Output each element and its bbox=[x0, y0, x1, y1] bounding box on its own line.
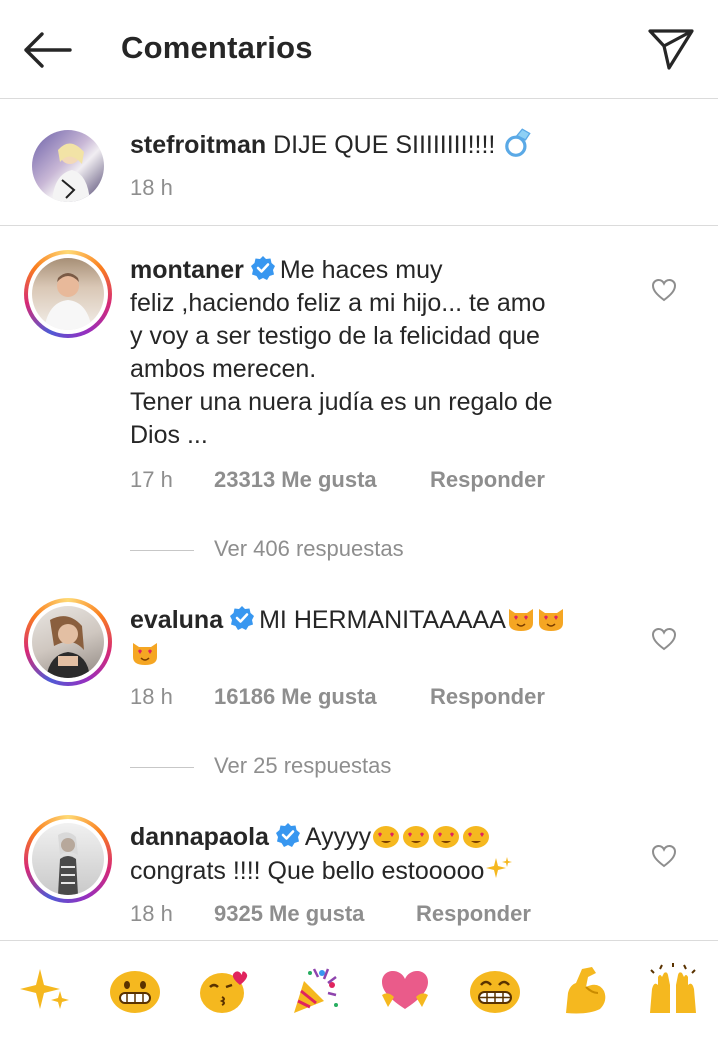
comment-text: montaner Me haces muy feliz ,haciendo fel… bbox=[130, 254, 620, 452]
verified-badge-icon bbox=[275, 823, 300, 847]
heart-eyes-cat-icon bbox=[133, 643, 157, 665]
comment-text: dannapaola Ayyyy congrats !!!! Que bello … bbox=[130, 820, 620, 888]
verified-badge-icon bbox=[230, 606, 255, 630]
comment-meta: 18 h 9325 Me gusta Responder bbox=[130, 901, 531, 927]
back-arrow-icon[interactable] bbox=[22, 30, 72, 70]
like-count[interactable]: 16186 Me gusta bbox=[214, 684, 430, 710]
comment-line: feliz ,haciendo feliz a mi hijo... te am… bbox=[130, 289, 546, 317]
heart-eyes-face-icon bbox=[403, 826, 430, 848]
raising-hands-icon[interactable] bbox=[646, 963, 700, 1017]
comment-time: 17 h bbox=[130, 467, 173, 492]
party-popper-icon[interactable] bbox=[288, 963, 342, 1017]
heart-eyes-cat-icon bbox=[508, 609, 533, 631]
like-count[interactable]: 9325 Me gusta bbox=[214, 901, 416, 927]
caption-body: DIJE QUE SIIIIIIII!!!! bbox=[273, 131, 496, 159]
avatar[interactable] bbox=[24, 815, 112, 903]
sparkles-icon bbox=[486, 857, 513, 878]
beaming-face-icon[interactable] bbox=[468, 963, 522, 1017]
view-replies-label: Ver 406 respuestas bbox=[214, 536, 404, 561]
like-count[interactable]: 23313 Me gusta bbox=[214, 467, 430, 493]
view-replies-button[interactable]: Ver 406 respuestas bbox=[130, 536, 404, 562]
comment-meta: 17 h 23313 Me gusta Responder bbox=[130, 467, 545, 493]
divider-line bbox=[130, 549, 194, 551]
comment-line: congrats !!!! Que bello estooooo bbox=[130, 857, 485, 885]
view-replies-button[interactable]: Ver 25 respuestas bbox=[130, 753, 391, 779]
flexed-biceps-icon[interactable] bbox=[558, 963, 612, 1017]
ring-icon bbox=[505, 128, 531, 157]
direct-message-icon[interactable] bbox=[647, 27, 695, 71]
avatar[interactable] bbox=[32, 130, 104, 202]
comment-meta: 18 h 16186 Me gusta Responder bbox=[130, 684, 545, 710]
comment-time: 18 h bbox=[130, 684, 173, 709]
like-heart-icon[interactable] bbox=[651, 844, 677, 868]
caption-username[interactable]: stefroitman bbox=[130, 131, 266, 159]
quick-emoji-bar bbox=[0, 940, 718, 1046]
heart-eyes-face-icon bbox=[373, 826, 400, 848]
top-bar: Comentarios bbox=[0, 0, 718, 99]
comment-username[interactable]: dannapaola bbox=[130, 823, 269, 851]
verified-badge-icon bbox=[250, 256, 275, 280]
heart-eyes-face-icon bbox=[433, 826, 460, 848]
grinning-face-icon[interactable] bbox=[108, 963, 162, 1017]
divider-line bbox=[130, 766, 194, 768]
reply-button[interactable]: Responder bbox=[430, 467, 545, 493]
heart-eyes-cat-icon bbox=[538, 609, 563, 631]
comment-username[interactable]: evaluna bbox=[130, 606, 223, 634]
heart-eyes-face-icon bbox=[463, 826, 490, 848]
comment-line: Tener una nuera judía es un regalo de bbox=[130, 388, 553, 416]
comment-body: MI HERMANITAAAAA bbox=[259, 606, 506, 634]
like-heart-icon[interactable] bbox=[651, 278, 677, 302]
caption-time: 18 h bbox=[130, 175, 173, 200]
kissing-face-icon[interactable] bbox=[198, 963, 252, 1017]
comment-line: y voy a ser testigo de la felicidad que bbox=[130, 322, 540, 350]
reply-button[interactable]: Responder bbox=[430, 684, 545, 710]
comment-line: Me haces muy bbox=[279, 256, 443, 284]
avatar[interactable] bbox=[24, 250, 112, 338]
sparkles-icon[interactable] bbox=[18, 963, 72, 1017]
comment-text: evaluna MI HERMANITAAAAA bbox=[130, 603, 620, 671]
post-caption: stefroitman DIJE QUE SIIIIIIII!!!! 18 h bbox=[0, 98, 718, 226]
comment-line: Dios ... bbox=[130, 421, 208, 449]
comment-time: 18 h bbox=[130, 901, 173, 926]
like-heart-icon[interactable] bbox=[651, 627, 677, 651]
page-title: Comentarios bbox=[121, 30, 313, 65]
avatar[interactable] bbox=[24, 598, 112, 686]
comment-body: Ayyyy bbox=[304, 823, 372, 851]
reply-button[interactable]: Responder bbox=[416, 901, 531, 927]
comment-line: ambos merecen. bbox=[130, 355, 317, 383]
caption-text: stefroitman DIJE QUE SIIIIIIII!!!! bbox=[130, 126, 534, 162]
heart-hands-icon[interactable] bbox=[378, 963, 432, 1017]
view-replies-label: Ver 25 respuestas bbox=[214, 753, 392, 778]
comment-username[interactable]: montaner bbox=[130, 256, 244, 284]
